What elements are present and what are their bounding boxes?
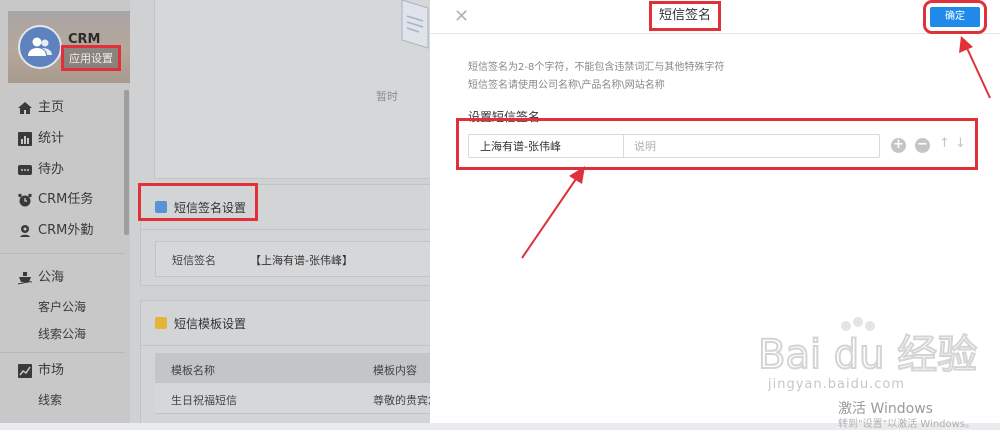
baidu-watermark-logo: Bai du 经验 [758, 317, 978, 379]
watermark-url: jingyan.baidu.com [768, 377, 905, 392]
watermark-brand: Bai du 经验 [758, 332, 977, 378]
